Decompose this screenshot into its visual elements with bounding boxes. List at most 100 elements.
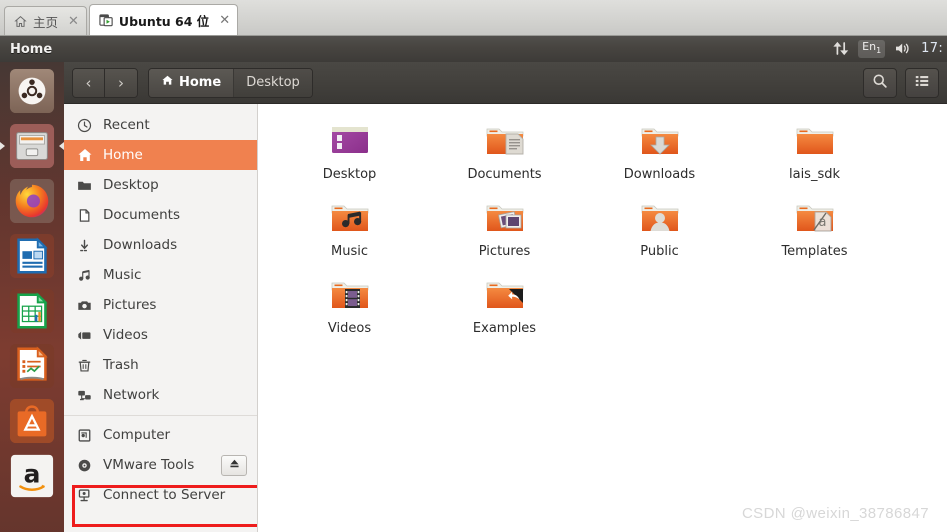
file-item-lais-sdk[interactable]: lais_sdk [737, 114, 892, 191]
keyboard-layout-label: En [862, 40, 877, 53]
file-item-videos[interactable]: Videos [272, 268, 427, 345]
disc-icon [76, 457, 93, 474]
close-icon[interactable]: ✕ [219, 14, 230, 27]
sidebar-item-trash[interactable]: Trash [64, 350, 257, 380]
desktop-folder-icon [331, 127, 368, 153]
launcher-item-libreoffice-writer[interactable] [7, 231, 57, 281]
view-options-button[interactable] [905, 67, 939, 98]
file-manager-body: Recent Home Desktop Documents Downloads … [64, 104, 947, 532]
forward-button[interactable]: › [105, 68, 137, 97]
videos-folder-icon [331, 282, 368, 308]
toolbar-right-group [863, 67, 939, 98]
camera-icon [76, 297, 93, 314]
file-item-music[interactable]: Music [272, 191, 427, 268]
launcher-item-ubuntu-software[interactable] [7, 396, 57, 446]
amazon-icon: a [10, 454, 54, 498]
sidebar-item-label: Downloads [103, 237, 178, 253]
ubuntu-dash-icon [9, 68, 55, 114]
vmware-tab-label: 主页 [33, 14, 59, 30]
sidebar-item-label: Trash [103, 357, 139, 373]
nav-button-group: ‹ › [72, 67, 138, 98]
file-item-pictures[interactable]: Pictures [427, 191, 582, 268]
pictures-folder-icon [486, 205, 523, 231]
vmware-tab-home[interactable]: 主页 ✕ [4, 6, 87, 35]
sidebar-item-label: VMware Tools [103, 457, 195, 473]
launcher-item-ubuntu-dash[interactable] [7, 66, 57, 116]
file-item-downloads[interactable]: Downloads [582, 114, 737, 191]
sidebar-item-label: Home [103, 147, 143, 163]
sidebar-item-vmware-tools[interactable]: VMware Tools [64, 450, 257, 480]
sidebar-item-recent[interactable]: Recent [64, 110, 257, 140]
sidebar-item-label: Network [103, 387, 160, 403]
connect-server-icon [76, 487, 93, 504]
back-button[interactable]: ‹ [73, 68, 105, 97]
file-item-label: Templates [781, 244, 848, 259]
libreoffice-calc-icon [9, 288, 55, 334]
file-item-public[interactable]: Public [582, 191, 737, 268]
sidebar-item-network[interactable]: Network [64, 380, 257, 410]
vmware-tab-ubuntu[interactable]: Ubuntu 64 位 ✕ [88, 4, 239, 35]
eject-button[interactable] [221, 454, 247, 476]
vmware-tab-strip: 主页 ✕ Ubuntu 64 位 ✕ [0, 0, 947, 36]
sidebar-item-downloads[interactable]: Downloads [64, 230, 257, 260]
sidebar-item-computer[interactable]: Computer [64, 420, 257, 450]
svg-text:a: a [24, 460, 41, 489]
file-item-label: lais_sdk [788, 167, 841, 182]
clock-icon [76, 117, 93, 134]
volume-icon[interactable] [894, 41, 912, 56]
search-button[interactable] [863, 67, 897, 98]
clock[interactable]: 17: [921, 41, 943, 56]
sidebar-item-videos[interactable]: Videos [64, 320, 257, 350]
documents-folder-icon [486, 128, 523, 155]
music-icon [76, 267, 93, 284]
folder-icon [796, 128, 833, 154]
launcher-item-amazon[interactable]: a [7, 451, 57, 501]
home-icon [161, 74, 174, 91]
sidebar-item-pictures[interactable]: Pictures [64, 290, 257, 320]
file-item-label: Pictures [478, 244, 531, 259]
libreoffice-impress-icon [9, 343, 55, 389]
file-browser-area[interactable]: Desktop Documents Downloads lais_sdk Mus… [258, 104, 947, 532]
sidebar-item-home[interactable]: Home [64, 140, 257, 170]
files-icon [9, 123, 55, 169]
sidebar-item-music[interactable]: Music [64, 260, 257, 290]
file-item-documents[interactable]: Documents [427, 114, 582, 191]
file-item-examples[interactable]: Examples [427, 268, 582, 345]
launcher-item-libreoffice-impress[interactable] [7, 341, 57, 391]
unity-launcher: a [0, 62, 64, 532]
breadcrumb-item-desktop[interactable]: Desktop [234, 68, 312, 97]
sidebar-item-label: Pictures [103, 297, 157, 313]
sidebar-item-connect-to-server[interactable]: Connect to Server [64, 480, 257, 510]
launcher-item-firefox[interactable] [7, 176, 57, 226]
sidebar-item-documents[interactable]: Documents [64, 200, 257, 230]
music-folder-icon [331, 205, 368, 231]
launcher-item-libreoffice-calc[interactable] [7, 286, 57, 336]
top-panel-indicators: En1 17: [833, 40, 947, 58]
search-icon [872, 73, 888, 93]
sidebar-item-label: Music [103, 267, 142, 283]
file-item-label: Downloads [623, 167, 696, 182]
keyboard-layout-indicator[interactable]: En1 [858, 40, 886, 58]
close-icon[interactable]: ✕ [68, 15, 79, 28]
document-icon [76, 207, 93, 224]
computer-icon [76, 427, 93, 444]
sidebar-item-label: Recent [103, 117, 150, 133]
examples-link-folder-icon [486, 282, 523, 308]
video-icon [76, 327, 93, 344]
file-item-label: Documents [467, 167, 542, 182]
breadcrumb-item-home[interactable]: Home [149, 68, 235, 97]
sidebar-item-desktop[interactable]: Desktop [64, 170, 257, 200]
file-item-label: Examples [472, 321, 537, 336]
eject-icon [228, 457, 241, 474]
breadcrumb-label: Desktop [246, 75, 300, 90]
network-updown-icon[interactable] [833, 41, 849, 56]
home-icon [76, 147, 93, 164]
launcher-item-files[interactable] [7, 121, 57, 171]
file-item-templates[interactable]: a Templates [737, 191, 892, 268]
sidebar-item-label: Videos [103, 327, 148, 343]
libreoffice-writer-icon [9, 233, 55, 279]
home-icon [14, 15, 27, 28]
breadcrumb-label: Home [179, 75, 222, 90]
file-item-desktop[interactable]: Desktop [272, 114, 427, 191]
file-item-label: Public [640, 244, 679, 259]
